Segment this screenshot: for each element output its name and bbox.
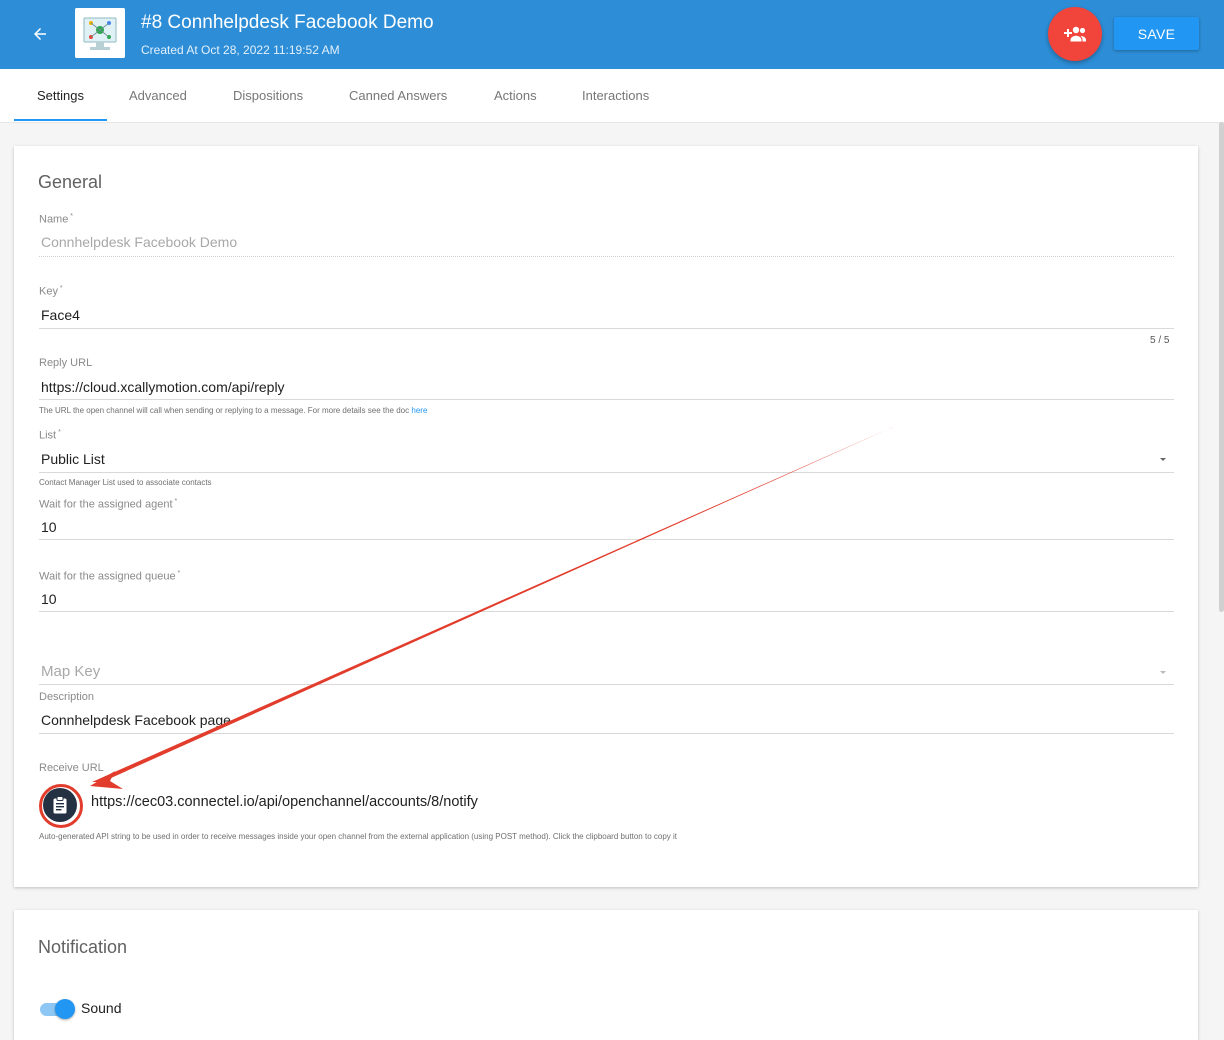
- tab-actions[interactable]: Actions: [494, 69, 537, 122]
- notification-card: Notification Sound: [14, 910, 1198, 1040]
- sound-toggle-knob[interactable]: [55, 999, 75, 1019]
- notification-title: Notification: [38, 937, 128, 957]
- active-tab-indicator: [14, 119, 107, 121]
- chevron-down-icon[interactable]: [1160, 458, 1166, 461]
- add-agents-button[interactable]: [1048, 7, 1102, 61]
- arrow-left-icon: [34, 28, 46, 40]
- chevron-down-icon[interactable]: [1160, 671, 1166, 674]
- page-scrollbar[interactable]: [1219, 122, 1224, 612]
- group-add-icon: [1064, 26, 1086, 42]
- list-underline: [39, 472, 1174, 473]
- tab-interactions[interactable]: Interactions: [582, 69, 649, 122]
- wait-queue-field[interactable]: 10: [41, 591, 57, 607]
- description-label: Description: [39, 691, 95, 703]
- tab-bar: Settings Advanced Dispositions Canned An…: [0, 69, 1224, 123]
- tab-dispositions[interactable]: Dispositions: [233, 69, 303, 122]
- list-hint: Contact Manager List used to associate c…: [39, 478, 212, 487]
- created-at: Created At Oct 28, 2022 11:19:52 AM: [141, 43, 340, 57]
- receive-url-hint: Auto-generated API string to be used in …: [39, 832, 677, 841]
- name-label: Name *: [39, 213, 74, 226]
- reply-url-label: Reply URL: [39, 357, 93, 369]
- map-key-underline: [39, 684, 1174, 685]
- wait-queue-underline: [39, 611, 1174, 612]
- back-button[interactable]: [26, 20, 54, 48]
- tab-advanced[interactable]: Advanced: [129, 69, 187, 122]
- general-title: General: [38, 172, 103, 192]
- name-underline: [39, 256, 1174, 257]
- doc-link[interactable]: here: [411, 406, 427, 415]
- wait-agent-underline: [39, 539, 1174, 540]
- name-field[interactable]: Connhelpdesk Facebook Demo: [41, 234, 237, 250]
- receive-url-label: Receive URL: [39, 762, 104, 774]
- app-header: #8 Connhelpdesk Facebook Demo Created At…: [0, 0, 1224, 69]
- monitor-network-icon: [75, 8, 125, 58]
- description-field[interactable]: Connhelpdesk Facebook page: [41, 712, 231, 728]
- list-label: List *: [39, 429, 61, 442]
- channel-thumbnail: [75, 8, 125, 58]
- page-title: #8 Connhelpdesk Facebook Demo: [141, 12, 434, 33]
- wait-queue-label: Wait for the assigned queue *: [39, 570, 181, 583]
- reply-url-underline: [39, 399, 1174, 400]
- save-button[interactable]: SAVE: [1114, 17, 1199, 50]
- receive-url-value: https://cec03.connectel.io/api/openchann…: [91, 794, 478, 810]
- key-underline: [39, 328, 1174, 329]
- general-card: General Name * Connhelpdesk Facebook Dem…: [14, 146, 1198, 887]
- copy-clipboard-button[interactable]: [43, 788, 77, 822]
- description-underline: [39, 733, 1174, 734]
- list-select[interactable]: Public List: [41, 451, 105, 467]
- key-label: Key *: [39, 285, 63, 298]
- reply-url-hint: The URL the open channel will call when …: [39, 406, 428, 415]
- reply-url-field[interactable]: https://cloud.xcallymotion.com/api/reply: [41, 379, 285, 395]
- tab-canned-answers[interactable]: Canned Answers: [349, 69, 447, 122]
- clipboard-icon: [53, 796, 67, 814]
- key-char-counter: 5 / 5: [1150, 335, 1170, 346]
- wait-agent-label: Wait for the assigned agent *: [39, 498, 178, 511]
- map-key-select[interactable]: Map Key: [41, 663, 100, 680]
- sound-label: Sound: [81, 1000, 122, 1016]
- tab-settings[interactable]: Settings: [37, 69, 84, 122]
- wait-agent-field[interactable]: 10: [41, 519, 57, 535]
- key-field[interactable]: Face4: [41, 307, 80, 323]
